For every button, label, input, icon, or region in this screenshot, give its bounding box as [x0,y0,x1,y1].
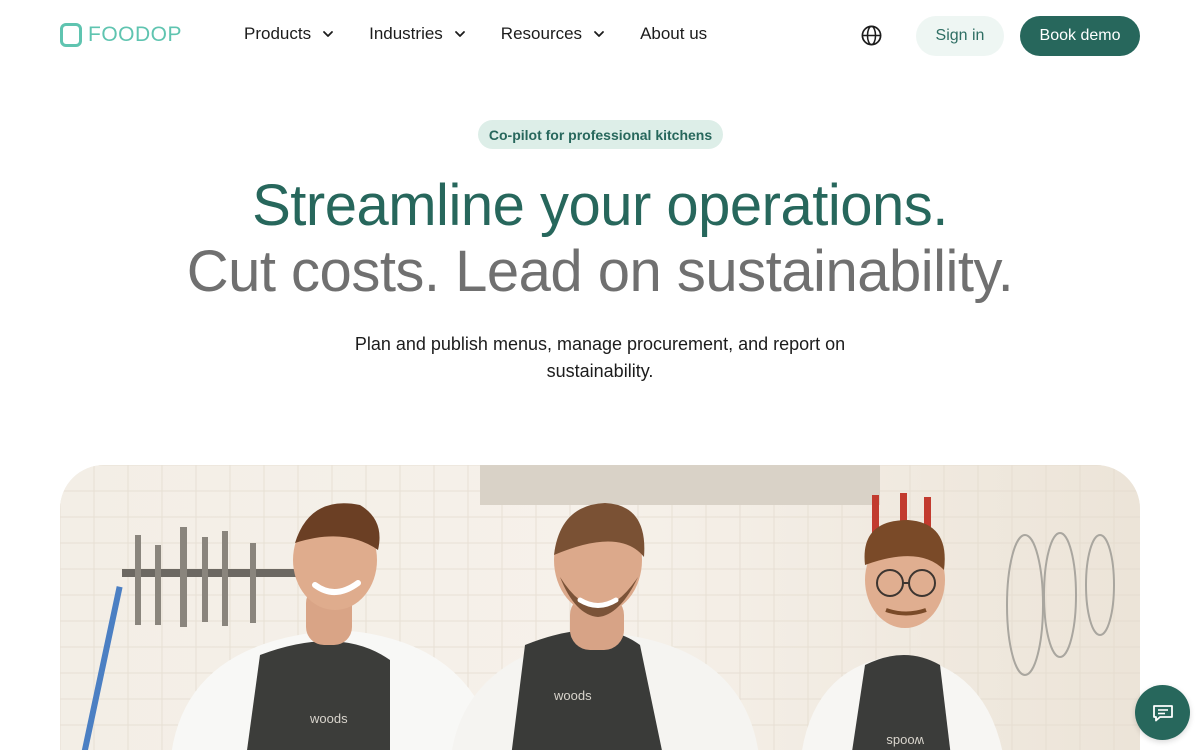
menu-item-label: Resources [500,24,583,43]
chefs-kitchen-illustration: woods woods woods [60,465,1140,750]
apron-label: woods [309,711,348,726]
hero-badge: Co-pilot for professional kitchens [478,120,723,149]
chat-widget-button[interactable] [1135,685,1190,740]
globe-icon[interactable] [860,24,883,47]
chat-icon [1152,704,1173,721]
menu-item-products[interactable]: Products [244,24,335,44]
apron-label: woods [886,734,925,749]
chevron-down-icon [594,31,604,37]
menu-item-about-us[interactable]: About us [640,24,707,44]
hero-subtext: Plan and publish menus, manage procureme… [354,334,846,381]
sign-in-button[interactable]: Sign in [916,16,1004,56]
chevron-down-icon [323,31,333,37]
hero-photo-chefs: woods woods woods [60,465,1140,750]
menu-item-label: About us [640,24,708,43]
main-menu: Products Industries Resources About us [244,24,707,44]
hero-headline-primary: Streamline your operations. [252,173,948,238]
menu-item-industries[interactable]: Industries [369,24,467,44]
hero-headline-secondary: Cut costs. Lead on sustainability. [186,239,1014,304]
book-demo-button[interactable]: Book demo [1020,16,1140,56]
menu-item-label: Products [244,24,312,43]
foodop-logo[interactable]: FOODOP [60,23,182,47]
logo-mark-icon [60,23,82,47]
top-navigation: FOODOP Products Industries Resources Abo… [0,0,1200,72]
menu-item-label: Industries [369,24,443,43]
apron-label: woods [553,688,592,703]
logo-text: FOODOP [88,23,183,46]
menu-item-resources[interactable]: Resources [501,24,606,44]
chevron-down-icon [454,31,465,37]
